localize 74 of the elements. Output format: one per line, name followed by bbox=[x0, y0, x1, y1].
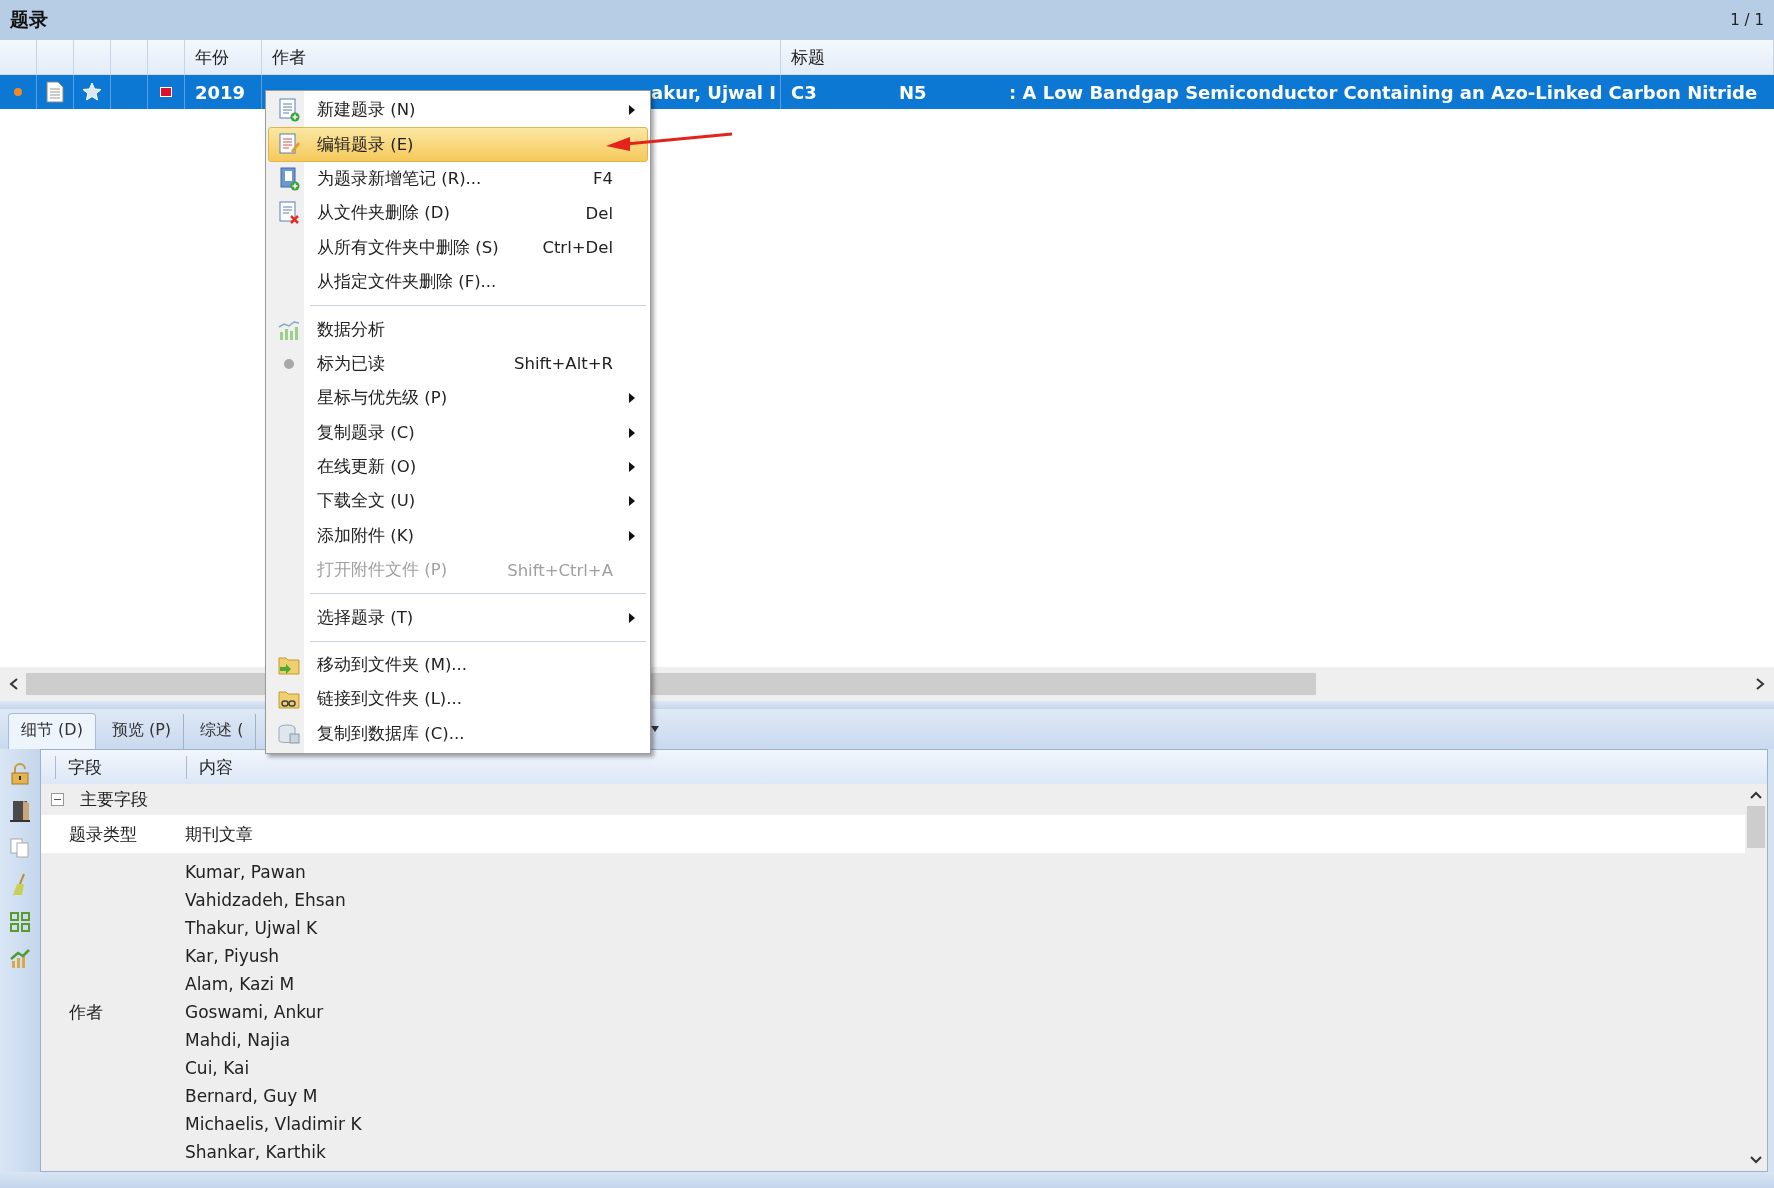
submenu-arrow-icon bbox=[629, 530, 635, 541]
grid-icon[interactable] bbox=[9, 911, 31, 933]
folder-arrow-icon bbox=[277, 654, 301, 677]
document-icon bbox=[46, 81, 64, 103]
menu-item[interactable]: 编辑题录 (E) bbox=[268, 127, 648, 162]
scroll-up-icon[interactable] bbox=[1749, 790, 1763, 800]
table-cell-text: N5 bbox=[899, 81, 928, 103]
submenu-arrow-icon bbox=[629, 427, 635, 438]
field-value: Goswami, Ankur bbox=[185, 1001, 325, 1024]
field-value: Shankar, Karthik bbox=[185, 1141, 327, 1164]
submenu-arrow-icon bbox=[629, 462, 635, 473]
menu-item[interactable]: 添加附件 (K) bbox=[268, 518, 648, 554]
menu-item[interactable]: 星标与优先级 (P) bbox=[268, 381, 648, 416]
menu-item[interactable]: 移动到文件夹 (M)... bbox=[268, 647, 648, 683]
table-cell: 2019 bbox=[195, 81, 246, 103]
scrollbar-thumb[interactable] bbox=[1747, 806, 1765, 848]
copy-icon[interactable] bbox=[9, 837, 31, 859]
padlock-icon[interactable] bbox=[9, 763, 31, 785]
field-name: 作者 bbox=[69, 1000, 103, 1024]
group-label: 主要字段 bbox=[80, 788, 148, 811]
menu-item[interactable]: 标为已读 Shift+Alt+R bbox=[268, 346, 648, 382]
field-value: Thakur, Ujwal K bbox=[185, 917, 319, 940]
panel-title: 题录 bbox=[10, 7, 48, 32]
field-value: 期刊文章 bbox=[185, 823, 253, 846]
bar-chart-icon bbox=[278, 318, 300, 341]
field-value: Cui, Kai bbox=[185, 1057, 251, 1080]
menu-item[interactable]: 链接到文件夹 (L)... bbox=[268, 682, 648, 717]
menu-item[interactable]: 从指定文件夹删除 (F)... bbox=[268, 264, 648, 300]
field-value: Michaelis, Vladimir K bbox=[185, 1113, 362, 1136]
document-plus-icon bbox=[278, 98, 300, 123]
field-value: Bernard, Guy M bbox=[185, 1085, 319, 1108]
column-header[interactable]: 字段 bbox=[68, 756, 102, 777]
column-header[interactable]: 年份 bbox=[195, 45, 229, 69]
column-header[interactable]: 内容 bbox=[199, 756, 233, 777]
table-cell-text: C3 bbox=[791, 81, 818, 103]
document-delete-icon bbox=[278, 201, 300, 226]
table-cell: akur, Ujwal I bbox=[651, 81, 776, 103]
column-header[interactable]: 标题 bbox=[791, 45, 825, 69]
database-icon bbox=[277, 722, 301, 745]
caret-icon[interactable] bbox=[650, 725, 660, 733]
folder-link-icon bbox=[277, 688, 301, 711]
star-icon bbox=[82, 82, 102, 102]
menu-item[interactable]: 下载全文 (U) bbox=[268, 484, 648, 519]
collapse-icon[interactable] bbox=[51, 793, 64, 806]
page-count: 1 / 1 bbox=[1730, 11, 1764, 29]
menu-item[interactable]: 为题录新增笔记 (R)... F4 bbox=[268, 161, 648, 197]
menu-item[interactable]: 复制到数据库 (C)... bbox=[268, 716, 648, 752]
field-value: Mahdi, Najia bbox=[185, 1029, 292, 1052]
menu-item[interactable]: 从文件夹删除 (D) Del bbox=[268, 196, 648, 231]
menu-item[interactable]: 数据分析 bbox=[268, 312, 648, 347]
column-header[interactable]: 作者 bbox=[272, 45, 306, 69]
door-icon[interactable] bbox=[9, 799, 31, 823]
table-cell: : A Low Bandgap Semiconductor Containing an Azo-Linked Carbon Nitride bbox=[1009, 81, 1758, 103]
notebook-plus-icon bbox=[278, 166, 300, 191]
menu-item[interactable]: 选择题录 (T) bbox=[268, 600, 648, 635]
dot-icon bbox=[283, 357, 295, 370]
field-name: 题录类型 bbox=[69, 822, 137, 846]
scroll-left-icon[interactable] bbox=[8, 677, 20, 691]
submenu-arrow-icon bbox=[629, 612, 635, 623]
document-edit-icon bbox=[278, 132, 300, 157]
scroll-down-icon[interactable] bbox=[1749, 1155, 1763, 1165]
menu-item[interactable]: 复制题录 (C) bbox=[268, 415, 648, 450]
field-value: Vahidzadeh, Ehsan bbox=[185, 889, 347, 912]
field-value: Kar, Piyush bbox=[185, 945, 281, 968]
detail-tab[interactable]: 细节 (D) bbox=[8, 713, 96, 749]
submenu-arrow-icon bbox=[629, 105, 635, 116]
field-value: Kumar, Pawan bbox=[185, 861, 307, 884]
submenu-arrow-icon bbox=[629, 393, 635, 404]
scroll-right-icon[interactable] bbox=[1754, 677, 1766, 691]
menu-item[interactable]: 从所有文件夹中删除 (S) Ctrl+Del bbox=[268, 230, 648, 265]
field-value: Alam, Kazi M bbox=[185, 973, 296, 996]
menu-item[interactable]: 在线更新 (O) bbox=[268, 449, 648, 485]
submenu-arrow-icon bbox=[629, 496, 635, 507]
chart-icon[interactable] bbox=[9, 947, 31, 969]
